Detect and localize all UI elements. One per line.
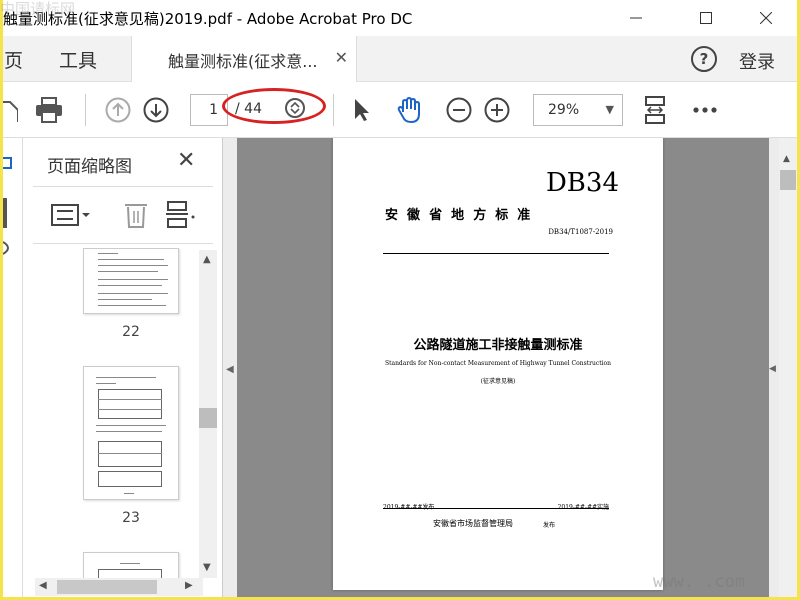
fit-page-icon <box>645 96 665 124</box>
close-window-button[interactable] <box>743 0 789 36</box>
title-bar: 触量测标准(征求意见稿)2019.pdf - Adobe Acrobat Pro… <box>3 0 797 36</box>
standard-number: DB34/T1087-2019 <box>548 228 613 236</box>
panel-title: 页面缩略图 <box>47 157 132 177</box>
scrollbar-thumb[interactable] <box>199 408 217 428</box>
scroll-up-icon[interactable]: ▲ <box>783 154 790 164</box>
toolbar-divider <box>85 94 86 126</box>
options-menu-icon <box>51 204 90 226</box>
header-rule <box>383 253 609 254</box>
printer-icon <box>36 97 62 123</box>
help-button[interactable]: ? <box>691 46 717 72</box>
implementation-date: 2019-##-##实施 <box>558 502 609 511</box>
page-thumbnail[interactable] <box>83 248 179 314</box>
footer-rule <box>383 508 609 509</box>
tab-document-label: 触量测标准(征求意... <box>168 52 318 71</box>
navigation-rail <box>3 138 23 597</box>
thumbnails-panel: 页面缩略图 ✕ 22 23 ▲ ▼ ◀ ▶ <box>23 138 223 597</box>
zoom-out-icon <box>446 97 472 123</box>
next-page-button[interactable] <box>140 94 172 126</box>
minimize-button[interactable] <box>613 0 659 36</box>
hand-tool-button[interactable] <box>393 94 425 126</box>
thumbnail-hscrollbar[interactable]: ◀ ▶ <box>35 578 203 596</box>
tab-bar: 主页 工具 触量测标准(征求意... ✕ ? 登录 <box>3 36 797 82</box>
document-scrollbar[interactable]: ▲ <box>779 138 797 597</box>
thumbnail-nav-icon[interactable] <box>3 152 23 272</box>
standard-type: 安 徽 省 地 方 标 准 <box>385 208 531 223</box>
issue-date: 2019-##-##发布 <box>383 502 434 511</box>
collapse-left-icon[interactable]: ◀ <box>226 364 234 375</box>
thumbnail-page-number: 23 <box>122 510 140 526</box>
page-thumbnail[interactable] <box>83 552 179 578</box>
page-layout-icon <box>166 201 195 228</box>
zoom-out-button[interactable] <box>443 94 475 126</box>
document-title-en: Standards for Non-contact Measurement of… <box>384 360 612 367</box>
hscrollbar-thumb[interactable] <box>57 580 157 594</box>
arrow-up-circle-icon <box>105 97 131 123</box>
page-thumbnail[interactable] <box>83 366 179 500</box>
tab-document[interactable]: 触量测标准(征求意... ✕ <box>131 36 357 82</box>
maximize-button[interactable] <box>683 0 729 36</box>
panel-toolbar <box>33 186 213 244</box>
minimize-icon <box>630 17 642 19</box>
maximize-icon <box>700 12 712 24</box>
close-icon <box>760 12 772 24</box>
fit-page-button[interactable] <box>639 94 671 126</box>
page-number-input[interactable]: 1 <box>190 94 228 126</box>
thumbnail-list: 22 23 <box>23 248 219 578</box>
zoom-in-icon <box>484 97 510 123</box>
panel-splitter[interactable]: ◀ <box>223 138 237 597</box>
red-annotation-circle <box>222 88 326 124</box>
thumbnail-options-button[interactable] <box>51 203 93 231</box>
trash-icon <box>125 204 147 228</box>
watermark-top-left: 中国请标网 <box>0 0 76 18</box>
issuer-suffix: 发布 <box>543 522 556 529</box>
save-icon <box>3 101 18 122</box>
zoom-value: 29% <box>548 102 580 118</box>
previous-page-button[interactable] <box>102 94 134 126</box>
thumbnail-page-number: 22 <box>122 324 140 340</box>
toolbar-divider <box>333 94 334 126</box>
login-button[interactable]: 登录 <box>739 48 775 74</box>
thumbnail-scrollbar[interactable]: ▲ ▼ <box>199 250 217 578</box>
delete-page-button[interactable] <box>123 201 149 233</box>
chevron-down-icon: ▼ <box>605 103 614 116</box>
pdf-page: DB34 安 徽 省 地 方 标 准 DB34/T1087-2019 公路隧道施… <box>333 138 663 590</box>
save-button[interactable] <box>3 94 25 126</box>
tab-close-icon[interactable]: ✕ <box>335 48 348 67</box>
watermark-bottom-right: www. .com <box>653 572 746 592</box>
issuer: 安徽省市场监督管理局 <box>433 519 513 528</box>
more-tools-button[interactable] <box>689 94 721 126</box>
scroll-left-icon[interactable]: ◀ <box>39 580 47 591</box>
document-title: 公路隧道施工非接触量测标准 <box>413 338 583 353</box>
page-layout-button[interactable] <box>165 201 195 233</box>
arrow-down-circle-icon <box>143 97 169 123</box>
tab-home[interactable]: 主页 <box>3 46 23 73</box>
hand-icon <box>397 96 420 124</box>
right-splitter[interactable]: ◀ <box>769 138 779 597</box>
tab-tools[interactable]: 工具 <box>59 46 97 73</box>
cursor-arrow-icon <box>355 99 369 121</box>
print-button[interactable] <box>33 94 65 126</box>
zoom-select[interactable]: 29% ▼ <box>533 94 623 126</box>
acrobat-window: 触量测标准(征求意见稿)2019.pdf - Adobe Acrobat Pro… <box>3 0 797 597</box>
scroll-up-icon[interactable]: ▲ <box>203 254 211 265</box>
draft-note: (征求意见稿) <box>480 378 516 385</box>
document-viewport[interactable]: DB34 安 徽 省 地 方 标 准 DB34/T1087-2019 公路隧道施… <box>237 138 769 597</box>
select-tool-button[interactable] <box>345 94 377 126</box>
scroll-right-icon[interactable]: ▶ <box>185 580 193 591</box>
scroll-down-icon[interactable]: ▼ <box>203 562 211 573</box>
collapse-right-icon[interactable]: ◀ <box>769 364 776 374</box>
standard-code: DB34 <box>545 168 619 198</box>
zoom-in-button[interactable] <box>481 94 513 126</box>
panel-close-icon[interactable]: ✕ <box>177 148 195 173</box>
scrollbar-thumb[interactable] <box>780 170 796 190</box>
toolbar: 1 / 44 29% ▼ <box>3 82 797 138</box>
more-dots-icon <box>693 107 717 113</box>
